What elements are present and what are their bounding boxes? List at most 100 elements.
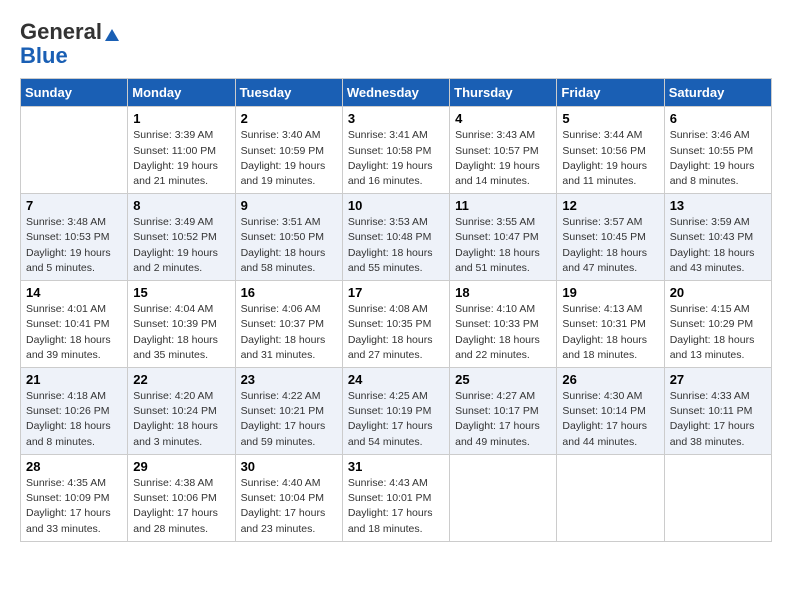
calendar-cell: 3 Sunrise: 3:41 AMSunset: 10:58 PMDayligh… (342, 107, 449, 194)
day-info: Sunrise: 3:48 AMSunset: 10:53 PMDaylight… (26, 215, 122, 276)
logo-blue: Blue (20, 44, 119, 68)
day-info: Sunrise: 3:46 AMSunset: 10:55 PMDaylight… (670, 128, 766, 189)
calendar-cell: 27 Sunrise: 4:33 AMSunset: 10:11 PMDaylig… (664, 368, 771, 455)
day-number: 13 (670, 198, 766, 213)
day-number: 3 (348, 111, 444, 126)
calendar-cell: 7 Sunrise: 3:48 AMSunset: 10:53 PMDayligh… (21, 194, 128, 281)
day-number: 23 (241, 372, 337, 387)
day-number: 14 (26, 285, 122, 300)
day-number: 16 (241, 285, 337, 300)
calendar-cell: 14 Sunrise: 4:01 AMSunset: 10:41 PMDaylig… (21, 281, 128, 368)
header-tuesday: Tuesday (235, 79, 342, 107)
day-info: Sunrise: 4:18 AMSunset: 10:26 PMDaylight… (26, 389, 122, 450)
day-number: 2 (241, 111, 337, 126)
day-info: Sunrise: 3:57 AMSunset: 10:45 PMDaylight… (562, 215, 658, 276)
day-info: Sunrise: 4:15 AMSunset: 10:29 PMDaylight… (670, 302, 766, 363)
day-number: 5 (562, 111, 658, 126)
calendar-cell: 30 Sunrise: 4:40 AMSunset: 10:04 PMDaylig… (235, 454, 342, 541)
calendar-cell: 24 Sunrise: 4:25 AMSunset: 10:19 PMDaylig… (342, 368, 449, 455)
calendar-table: SundayMondayTuesdayWednesdayThursdayFrid… (20, 78, 772, 541)
calendar-cell (21, 107, 128, 194)
day-number: 12 (562, 198, 658, 213)
header-friday: Friday (557, 79, 664, 107)
calendar-cell: 29Sunrise: 4:38 AMSunset: 10:06 PMDaylig… (128, 454, 235, 541)
day-number: 29 (133, 459, 229, 474)
calendar-week-4: 21 Sunrise: 4:18 AMSunset: 10:26 PMDaylig… (21, 368, 772, 455)
day-number: 11 (455, 198, 551, 213)
calendar-cell: 5 Sunrise: 3:44 AMSunset: 10:56 PMDayligh… (557, 107, 664, 194)
calendar-cell: 22Sunrise: 4:20 AMSunset: 10:24 PMDaylig… (128, 368, 235, 455)
day-number: 19 (562, 285, 658, 300)
day-number: 28 (26, 459, 122, 474)
day-info: Sunrise: 4:08 AMSunset: 10:35 PMDaylight… (348, 302, 444, 363)
day-number: 15 (133, 285, 229, 300)
day-info: Sunrise: 4:33 AMSunset: 10:11 PMDaylight… (670, 389, 766, 450)
calendar-week-2: 7 Sunrise: 3:48 AMSunset: 10:53 PMDayligh… (21, 194, 772, 281)
day-info: Sunrise: 4:01 AMSunset: 10:41 PMDaylight… (26, 302, 122, 363)
day-number: 7 (26, 198, 122, 213)
day-info: Sunrise: 4:13 AMSunset: 10:31 PMDaylight… (562, 302, 658, 363)
day-number: 26 (562, 372, 658, 387)
calendar-cell: 26 Sunrise: 4:30 AMSunset: 10:14 PMDaylig… (557, 368, 664, 455)
header-monday: Monday (128, 79, 235, 107)
day-number: 17 (348, 285, 444, 300)
day-number: 27 (670, 372, 766, 387)
day-number: 24 (348, 372, 444, 387)
calendar-cell: 18Sunrise: 4:10 AMSunset: 10:33 PMDaylig… (450, 281, 557, 368)
day-info: Sunrise: 4:25 AMSunset: 10:19 PMDaylight… (348, 389, 444, 450)
day-number: 20 (670, 285, 766, 300)
calendar-cell (557, 454, 664, 541)
calendar-cell: 19 Sunrise: 4:13 AMSunset: 10:31 PMDaylig… (557, 281, 664, 368)
day-info: Sunrise: 4:06 AMSunset: 10:37 PMDaylight… (241, 302, 337, 363)
page-header: General Blue (20, 20, 772, 68)
day-info: Sunrise: 3:55 AMSunset: 10:47 PMDaylight… (455, 215, 551, 276)
day-info: Sunrise: 4:40 AMSunset: 10:04 PMDaylight… (241, 476, 337, 537)
day-info: Sunrise: 3:43 AMSunset: 10:57 PMDaylight… (455, 128, 551, 189)
day-number: 1 (133, 111, 229, 126)
header-sunday: Sunday (21, 79, 128, 107)
day-number: 8 (133, 198, 229, 213)
day-info: Sunrise: 3:41 AMSunset: 10:58 PMDaylight… (348, 128, 444, 189)
calendar-cell: 6Sunrise: 3:46 AMSunset: 10:55 PMDayligh… (664, 107, 771, 194)
calendar-cell: 31Sunrise: 4:43 AMSunset: 10:01 PMDaylig… (342, 454, 449, 541)
calendar-cell: 4 Sunrise: 3:43 AMSunset: 10:57 PMDayligh… (450, 107, 557, 194)
day-number: 30 (241, 459, 337, 474)
calendar-cell: 13 Sunrise: 3:59 AMSunset: 10:43 PMDaylig… (664, 194, 771, 281)
day-info: Sunrise: 4:30 AMSunset: 10:14 PMDaylight… (562, 389, 658, 450)
day-number: 31 (348, 459, 444, 474)
calendar-cell: 28 Sunrise: 4:35 AMSunset: 10:09 PMDaylig… (21, 454, 128, 541)
calendar-cell (450, 454, 557, 541)
day-info: Sunrise: 3:44 AMSunset: 10:56 PMDaylight… (562, 128, 658, 189)
day-number: 21 (26, 372, 122, 387)
calendar-header-row: SundayMondayTuesdayWednesdayThursdayFrid… (21, 79, 772, 107)
day-info: Sunrise: 4:27 AMSunset: 10:17 PMDaylight… (455, 389, 551, 450)
day-info: Sunrise: 4:35 AMSunset: 10:09 PMDaylight… (26, 476, 122, 537)
day-info: Sunrise: 4:04 AMSunset: 10:39 PMDaylight… (133, 302, 229, 363)
day-info: Sunrise: 3:59 AMSunset: 10:43 PMDaylight… (670, 215, 766, 276)
calendar-cell: 10Sunrise: 3:53 AMSunset: 10:48 PMDaylig… (342, 194, 449, 281)
day-number: 10 (348, 198, 444, 213)
calendar-cell: 21 Sunrise: 4:18 AMSunset: 10:26 PMDaylig… (21, 368, 128, 455)
day-number: 9 (241, 198, 337, 213)
calendar-week-3: 14 Sunrise: 4:01 AMSunset: 10:41 PMDaylig… (21, 281, 772, 368)
header-thursday: Thursday (450, 79, 557, 107)
calendar-cell: 1 Sunrise: 3:39 AMSunset: 11:00 PMDayligh… (128, 107, 235, 194)
calendar-cell: 20 Sunrise: 4:15 AMSunset: 10:29 PMDaylig… (664, 281, 771, 368)
calendar-cell: 15 Sunrise: 4:04 AMSunset: 10:39 PMDaylig… (128, 281, 235, 368)
calendar-cell: 17 Sunrise: 4:08 AMSunset: 10:35 PMDaylig… (342, 281, 449, 368)
day-info: Sunrise: 3:39 AMSunset: 11:00 PMDaylight… (133, 128, 229, 189)
header-wednesday: Wednesday (342, 79, 449, 107)
logo-general: General (20, 20, 119, 44)
calendar-week-1: 1 Sunrise: 3:39 AMSunset: 11:00 PMDayligh… (21, 107, 772, 194)
calendar-cell: 25 Sunrise: 4:27 AMSunset: 10:17 PMDaylig… (450, 368, 557, 455)
logo: General Blue (20, 20, 119, 68)
day-number: 25 (455, 372, 551, 387)
day-info: Sunrise: 4:20 AMSunset: 10:24 PMDaylight… (133, 389, 229, 450)
header-saturday: Saturday (664, 79, 771, 107)
calendar-cell (664, 454, 771, 541)
calendar-cell: 11 Sunrise: 3:55 AMSunset: 10:47 PMDaylig… (450, 194, 557, 281)
day-number: 4 (455, 111, 551, 126)
calendar-cell: 16 Sunrise: 4:06 AMSunset: 10:37 PMDaylig… (235, 281, 342, 368)
day-info: Sunrise: 4:10 AMSunset: 10:33 PMDaylight… (455, 302, 551, 363)
calendar-cell: 9Sunrise: 3:51 AMSunset: 10:50 PMDayligh… (235, 194, 342, 281)
